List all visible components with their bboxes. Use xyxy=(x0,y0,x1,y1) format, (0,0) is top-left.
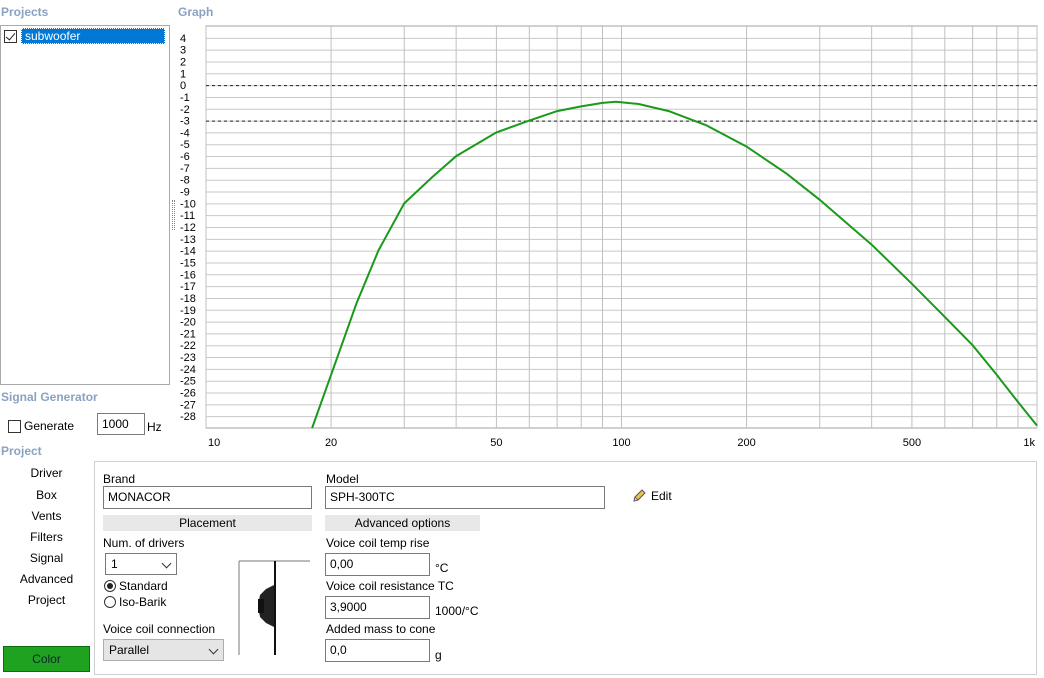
y-tick-label: -13 xyxy=(180,234,196,246)
y-tick-label: -12 xyxy=(180,222,196,234)
iso-barik-label: Iso-Barik xyxy=(119,595,167,609)
placement-isobarik-radio[interactable]: Iso-Barik xyxy=(104,595,166,609)
nav-signal[interactable]: Signal xyxy=(2,549,91,568)
y-tick-label: -5 xyxy=(180,139,190,151)
nav-box[interactable]: Box xyxy=(2,486,91,505)
resistance-tc-input[interactable]: 3,9000 xyxy=(325,596,430,619)
y-tick-label: -9 xyxy=(180,187,190,199)
x-tick-label: 100 xyxy=(612,437,630,448)
y-tick-label: -8 xyxy=(180,175,190,187)
y-tick-label: -26 xyxy=(180,388,196,400)
radio-iso-barik[interactable] xyxy=(104,596,116,608)
placement-header: Placement xyxy=(103,515,312,531)
y-tick-label: -1 xyxy=(180,92,190,104)
num-drivers-label: Num. of drivers xyxy=(103,536,185,550)
edit-label: Edit xyxy=(651,489,672,503)
temp-rise-input[interactable]: 0,00 xyxy=(325,553,430,576)
project-item-subwoofer[interactable]: subwoofer xyxy=(4,28,165,44)
temp-rise-label: Voice coil temp rise xyxy=(326,536,430,550)
y-tick-label: -10 xyxy=(180,198,196,210)
y-tick-label: -27 xyxy=(180,399,196,411)
x-tick-label: 500 xyxy=(903,437,921,448)
brand-label: Brand xyxy=(103,472,136,486)
coil-connection-select[interactable]: Parallel xyxy=(103,639,224,661)
generate-label: Generate xyxy=(24,419,75,433)
graph-title: Graph xyxy=(178,5,214,19)
y-tick-label: -17 xyxy=(180,281,196,293)
pencil-icon xyxy=(633,489,646,502)
model-input[interactable]: SPH-300TC xyxy=(325,486,605,509)
chevron-down-icon xyxy=(208,644,219,655)
added-mass-label: Added mass to cone xyxy=(326,622,436,636)
y-tick-label: -18 xyxy=(180,293,196,305)
placement-standard-radio[interactable]: Standard xyxy=(104,579,168,593)
y-tick-label: 0 xyxy=(180,80,186,92)
y-axis-ticks: 43210-1-2-3-4-5-6-7-8-9-10-11-12-13-14-1… xyxy=(180,33,196,423)
y-tick-label: 3 xyxy=(180,45,186,57)
project-item-label[interactable]: subwoofer xyxy=(21,28,165,44)
x-tick-label: 50 xyxy=(490,437,502,448)
added-mass-unit: g xyxy=(435,648,442,662)
nav-project[interactable]: Project xyxy=(2,591,91,610)
y-tick-label: -7 xyxy=(180,163,190,175)
project-checkbox[interactable] xyxy=(4,29,17,43)
coil-connection-value: Parallel xyxy=(109,643,150,657)
y-tick-label: 2 xyxy=(180,56,186,68)
chevron-down-icon xyxy=(161,558,172,569)
nav-driver[interactable]: Driver xyxy=(2,464,91,483)
standard-label: Standard xyxy=(119,579,168,593)
frequency-response-chart: 43210-1-2-3-4-5-6-7-8-9-10-11-12-13-14-1… xyxy=(180,25,1038,448)
temp-rise-unit: °C xyxy=(435,561,449,575)
color-button[interactable]: Color xyxy=(3,646,90,672)
chart-grid xyxy=(205,26,1038,428)
signal-generator-title: Signal Generator xyxy=(1,390,98,404)
x-tick-label: 20 xyxy=(325,437,337,448)
y-tick-label: -3 xyxy=(180,116,190,128)
y-tick-label: -21 xyxy=(180,328,196,340)
model-label: Model xyxy=(326,472,359,486)
speaker-diagram-icon xyxy=(238,560,310,655)
nav-filters[interactable]: Filters xyxy=(2,528,91,547)
y-tick-label: -14 xyxy=(180,246,196,258)
brand-input[interactable]: MONACOR xyxy=(103,486,312,509)
y-tick-label: -16 xyxy=(180,269,196,281)
y-tick-label: -11 xyxy=(180,210,195,222)
frequency-input[interactable]: 1000 xyxy=(97,413,145,435)
y-tick-label: -25 xyxy=(180,376,196,388)
y-tick-label: -19 xyxy=(180,305,196,317)
x-tick-label: 200 xyxy=(737,437,755,448)
y-tick-label: 4 xyxy=(180,33,186,45)
coil-connection-label: Voice coil connection xyxy=(103,622,216,636)
project-section-title: Project xyxy=(1,444,42,458)
resistance-tc-unit: 1000/°C xyxy=(435,604,479,618)
nav-vents[interactable]: Vents xyxy=(2,507,91,526)
nav-advanced[interactable]: Advanced xyxy=(2,570,91,589)
y-tick-label: -20 xyxy=(180,317,196,329)
edit-button[interactable]: Edit xyxy=(631,488,672,504)
y-tick-label: -15 xyxy=(180,257,196,269)
y-tick-label: -28 xyxy=(180,411,196,423)
projects-title: Projects xyxy=(1,5,49,19)
frequency-unit: Hz xyxy=(147,420,162,434)
y-tick-label: 1 xyxy=(180,68,186,80)
y-tick-label: -4 xyxy=(180,127,190,139)
x-tick-label: 10 xyxy=(208,437,220,448)
radio-standard[interactable] xyxy=(104,580,116,592)
generate-checkbox[interactable] xyxy=(8,420,21,433)
num-drivers-value: 1 xyxy=(111,557,118,571)
y-tick-label: -23 xyxy=(180,352,196,364)
resistance-tc-label: Voice coil resistance TC xyxy=(326,579,454,593)
y-tick-label: -2 xyxy=(180,104,190,116)
num-drivers-select[interactable]: 1 xyxy=(105,553,177,575)
advanced-options-header: Advanced options xyxy=(325,515,480,531)
y-tick-label: -6 xyxy=(180,151,190,163)
x-tick-label: 1k xyxy=(1023,437,1035,448)
added-mass-input[interactable]: 0,0 xyxy=(325,639,430,662)
projects-list[interactable]: subwoofer xyxy=(0,25,170,385)
x-axis-ticks: 10 20 50 100 200 500 1k xyxy=(208,437,1035,448)
y-tick-label: -22 xyxy=(180,340,196,352)
y-tick-label: -24 xyxy=(180,364,196,376)
